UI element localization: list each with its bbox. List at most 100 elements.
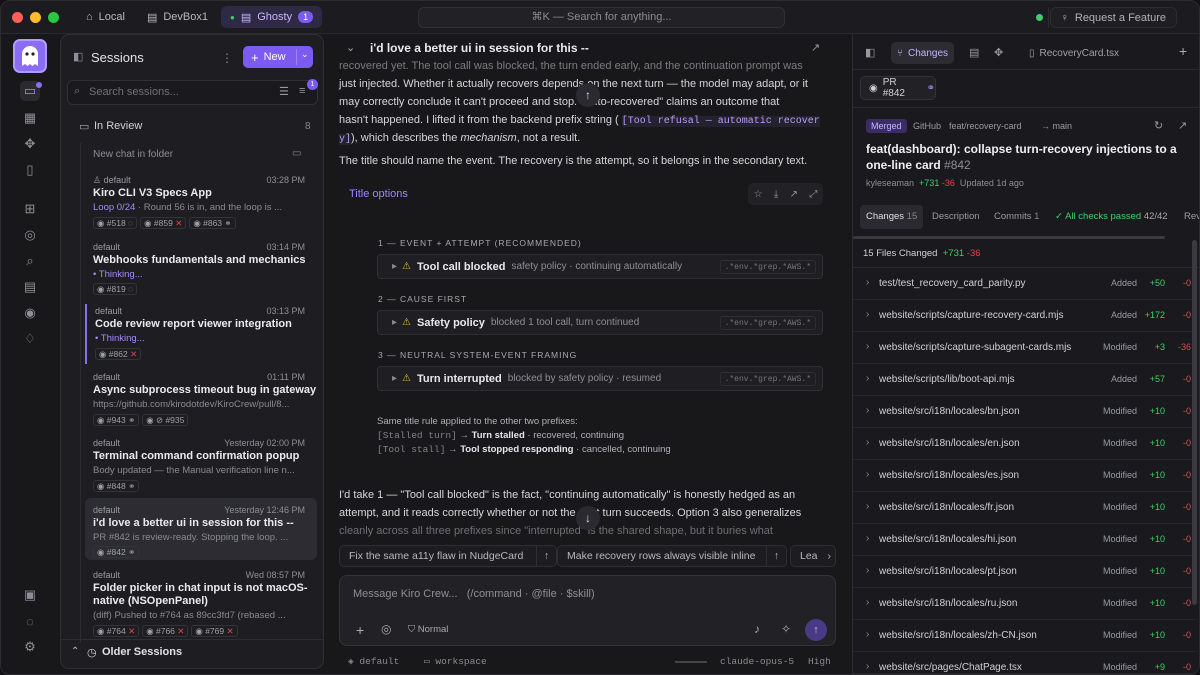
pr-chip[interactable]: ◉ ⊘ #935 xyxy=(142,414,189,426)
chevron-right-icon[interactable]: › xyxy=(866,469,869,480)
pr-chip[interactable]: ◉ #766 ✕ xyxy=(142,625,189,637)
chevron-right-icon[interactable]: › xyxy=(828,546,832,566)
refresh-icon[interactable]: ↻ xyxy=(1154,119,1163,132)
chevron-right-icon[interactable]: › xyxy=(866,565,869,576)
scroll-up-button[interactable]: ↑ xyxy=(576,83,600,107)
send-button[interactable]: ↑ xyxy=(805,619,827,641)
refresh-icon[interactable]: ◌ xyxy=(20,611,40,631)
minimize-window-button[interactable] xyxy=(30,11,41,23)
external-link-icon[interactable]: ↗ xyxy=(790,189,798,200)
arrow-up-icon[interactable]: ↑ xyxy=(536,546,556,566)
older-sessions-toggle[interactable]: Older Sessions xyxy=(102,646,182,658)
file-row[interactable]: › website/src/i18n/locales/pt.json Modifie… xyxy=(853,556,1197,588)
file-list-scrollbar[interactable] xyxy=(1192,240,1197,605)
book-icon[interactable]: ▯ xyxy=(20,160,40,180)
chevron-right-icon[interactable]: › xyxy=(866,533,869,544)
grid-icon[interactable]: ⊞ xyxy=(20,199,40,219)
tab-devbox1[interactable]: ▤ DevBox1 xyxy=(138,6,217,28)
document-icon[interactable]: ▤ xyxy=(969,46,979,59)
message-input[interactable]: Message Kiro Crew... (/command · @file ·… xyxy=(353,588,595,600)
subtab-changes[interactable]: Changes 15 xyxy=(860,205,924,229)
calendar-icon[interactable]: ▦ xyxy=(20,108,40,128)
title-option-2[interactable]: ▸ ⚠ Safety policy blocked 1 tool call, turn… xyxy=(377,310,823,335)
workspace-selector[interactable]: ◈ default xyxy=(348,656,399,667)
pr-button[interactable]: ◉ PR #842 ⚭ xyxy=(860,76,936,100)
file-row[interactable]: › website/scripts/capture-recovery-card.m… xyxy=(853,300,1197,332)
subtab-review[interactable]: Rev xyxy=(1178,205,1199,229)
file-row[interactable]: › website/src/i18n/locales/en.json Modifie… xyxy=(853,428,1197,460)
avatar[interactable] xyxy=(13,39,47,73)
new-chat-icon[interactable]: ▭ xyxy=(292,148,301,159)
chevron-down-icon[interactable]: ⌄ xyxy=(301,49,309,60)
zoom-window-button[interactable] xyxy=(48,11,59,23)
chevron-right-icon[interactable]: › xyxy=(866,277,869,288)
file-row[interactable]: › website/src/i18n/locales/hi.json Modifie… xyxy=(853,524,1197,556)
plus-icon[interactable]: + xyxy=(356,622,364,638)
pr-chip[interactable]: ◉ #863 ⚭ xyxy=(189,217,236,229)
spiral-icon[interactable]: ◎ xyxy=(381,622,391,636)
effort-selector[interactable]: High xyxy=(808,656,831,667)
model-selector[interactable]: claude-opus-5 xyxy=(720,656,794,667)
chevron-down-icon[interactable]: ⌄ xyxy=(346,41,355,54)
subtab-description[interactable]: Description xyxy=(926,205,986,229)
subtab-checks[interactable]: ✓ All checks passed 42/42 xyxy=(1049,205,1174,229)
request-feature-button[interactable]: ♀ Request a Feature xyxy=(1049,7,1177,28)
sidebar-toggle-icon[interactable]: ◧ xyxy=(73,50,83,63)
star-icon[interactable]: ☆ xyxy=(754,189,763,200)
suggestion-chip[interactable]: Make recovery rows always visible inline… xyxy=(557,545,787,567)
session-item[interactable]: ♙ default 03:28 PM Kiro CLI V3 Specs App… xyxy=(85,171,317,231)
session-item[interactable]: default 03:14 PM Webhooks fundamentals a… xyxy=(85,240,317,298)
workflow-icon[interactable]: ✥ xyxy=(994,46,1003,59)
session-item[interactable]: default 01:11 PM Async subprocess timeou… xyxy=(85,370,317,430)
new-session-button[interactable]: + New ⌄ xyxy=(243,46,313,68)
workflow-icon[interactable]: ✥ xyxy=(20,134,40,154)
file-row[interactable]: › website/src/i18n/locales/fr.json Modifie… xyxy=(853,492,1197,524)
terminal-icon[interactable]: ▣ xyxy=(20,585,40,605)
pr-chip[interactable]: ◉ #859 ✕ xyxy=(140,217,187,229)
title-option-1[interactable]: ▸ ⚠ Tool call blocked safety policy · conti… xyxy=(377,254,823,279)
filter-icon[interactable]: ≡ xyxy=(299,85,305,97)
file-row[interactable]: › website/src/i18n/locales/es.json Modifie… xyxy=(853,460,1197,492)
pr-chip[interactable]: ◉ #819 ◌ xyxy=(93,283,138,295)
session-item[interactable]: default Wed 08:57 PM Folder picker in ch… xyxy=(85,568,317,640)
external-link-icon[interactable]: ↗ xyxy=(1178,119,1187,132)
chevron-right-icon[interactable]: › xyxy=(866,597,869,608)
github-icon[interactable]: ◉ xyxy=(20,303,40,323)
microphone-icon[interactable]: ♪ xyxy=(754,622,760,636)
arrow-up-icon[interactable]: ↑ xyxy=(766,546,786,566)
suggestion-chip[interactable]: Lea › xyxy=(790,545,836,567)
mode-selector[interactable]: ⛉ Normal xyxy=(408,624,448,635)
globe-icon[interactable]: ◎ xyxy=(20,225,40,245)
search-icon[interactable]: ⌕ xyxy=(20,251,40,271)
tab-local[interactable]: ⌂ Local xyxy=(77,6,134,28)
session-item-selected[interactable]: default Yesterday 12:46 PM i'd love a be… xyxy=(85,498,317,560)
folder-selector[interactable]: ▭ workspace xyxy=(424,656,487,667)
download-icon[interactable]: ⤓ xyxy=(774,189,778,200)
session-item[interactable]: default Yesterday 02:00 PM Terminal comm… xyxy=(85,436,317,496)
plus-icon[interactable]: + xyxy=(1179,43,1187,59)
expand-icon[interactable]: ⤢ xyxy=(809,189,817,200)
chevron-right-icon[interactable]: › xyxy=(866,501,869,512)
tab-changes[interactable]: ⑂ Changes xyxy=(891,42,955,64)
title-option-3[interactable]: ▸ ⚠ Turn interrupted blocked by safety poli… xyxy=(377,366,823,391)
tabs-scrollbar[interactable] xyxy=(853,236,1165,239)
chevron-right-icon[interactable]: › xyxy=(866,437,869,448)
pr-chip[interactable]: ◉ #518 ◌ xyxy=(93,217,138,229)
file-row[interactable]: › website/src/i18n/locales/zh-CN.json Modi… xyxy=(853,620,1197,652)
bell-icon[interactable]: ♢ xyxy=(20,329,40,349)
pr-chip[interactable]: ◉ #842 ⚭ xyxy=(93,546,140,558)
pr-chip[interactable]: ◉ #862 ✕ xyxy=(95,348,142,360)
file-row[interactable]: › website/src/i18n/locales/ru.json Modifie… xyxy=(853,588,1197,620)
file-row[interactable]: › website/src/pages/ChatPage.tsx Modified +… xyxy=(853,652,1197,674)
pr-chip[interactable]: ◉ #769 ✕ xyxy=(191,625,238,637)
gear-icon[interactable]: ⚙ xyxy=(20,637,40,657)
session-item[interactable]: default 03:13 PM Code review report view… xyxy=(85,304,317,364)
file-row[interactable]: › website/src/i18n/locales/bn.json Modifie… xyxy=(853,396,1197,428)
file-row[interactable]: › test/test_recovery_card_parity.py Added +… xyxy=(853,268,1197,300)
chevron-right-icon[interactable]: › xyxy=(866,629,869,640)
chevron-right-icon[interactable]: › xyxy=(866,341,869,352)
document-icon[interactable]: ▤ xyxy=(20,277,40,297)
more-options-icon[interactable]: ⋮ xyxy=(221,51,233,65)
chevron-right-icon[interactable]: › xyxy=(866,405,869,416)
pr-chip[interactable]: ◉ #764 ✕ xyxy=(93,625,140,637)
